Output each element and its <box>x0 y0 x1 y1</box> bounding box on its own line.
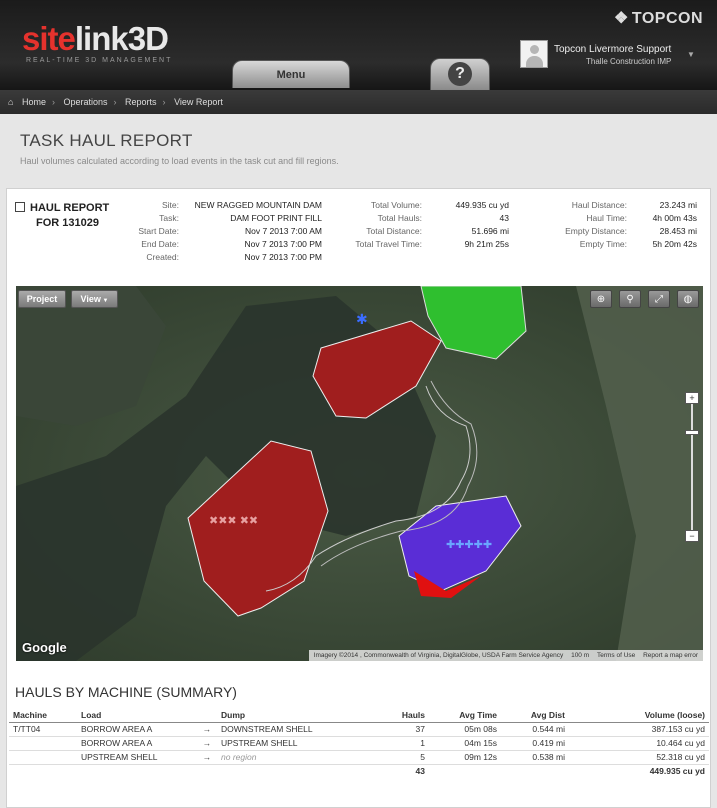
table-row: T/TT04 BORROW AREA A → DOWNSTREAM SHELL … <box>9 722 709 737</box>
col-load: Load <box>77 709 197 723</box>
total-volume: 449.935 cu yd <box>649 766 705 777</box>
zoom-slider[interactable]: + − <box>685 392 699 542</box>
zoom-handle[interactable] <box>685 430 699 435</box>
user-menu[interactable]: Topcon Livermore Support Thalle Construc… <box>520 40 710 72</box>
zoom-in-button[interactable]: + <box>685 392 699 404</box>
breadcrumb: ⌂ Home › Operations › Reports › View Report <box>0 90 717 114</box>
col-avg-time: Avg Time <box>429 709 501 723</box>
topcon-mark-icon: ❖ <box>614 10 629 27</box>
user-name: Topcon Livermore Support <box>554 44 672 55</box>
avatar <box>520 40 548 68</box>
page-subtitle: Haul volumes calculated according to loa… <box>20 156 339 166</box>
globe-icon[interactable]: ◍ <box>677 290 699 308</box>
breadcrumb-view-report: View Report <box>174 97 223 107</box>
breadcrumb-operations[interactable]: Operations <box>63 97 107 107</box>
breadcrumb-home[interactable]: Home <box>22 97 46 107</box>
home-icon: ⌂ <box>8 97 14 107</box>
total-hauls: 43 <box>415 766 425 777</box>
table-row: UPSTREAM SHELL → no region 5 09m 12s 0.5… <box>9 750 709 765</box>
fullscreen-icon[interactable]: ⤢ <box>648 290 670 308</box>
project-button[interactable]: Project <box>18 290 66 308</box>
chevron-down-icon[interactable]: ▼ <box>687 50 695 59</box>
col-machine: Machine <box>9 709 77 723</box>
arrow-right-icon: → <box>197 750 217 765</box>
page-title: TASK HAUL REPORT <box>20 131 193 150</box>
arrow-right-icon: → <box>197 736 217 751</box>
report-error-link[interactable]: Report a map error <box>643 652 698 659</box>
col-arrow <box>197 709 217 723</box>
zoom-track <box>691 404 693 534</box>
sitelink3d-logo[interactable]: sitelink3D <box>22 20 169 58</box>
table-row: BORROW AREA A → UPSTREAM SHELL 1 04m 15s… <box>9 736 709 751</box>
user-company: Thalle Construction IMP <box>586 57 672 66</box>
map-attribution: Imagery ©2014 , Commonwealth of Virginia… <box>308 650 703 661</box>
view-dropdown[interactable]: View ▼ <box>71 290 118 308</box>
hauls-section-title: HAULS BY MACHINE (SUMMARY) <box>15 684 237 700</box>
menu-button[interactable]: Menu <box>232 60 350 88</box>
logo-tagline: REAL-TIME 3D MANAGEMENT <box>26 57 173 64</box>
arrow-right-icon: → <box>197 722 217 737</box>
zoom-extents-icon[interactable]: ⊕ <box>590 290 612 308</box>
report-title: HAUL REPORT FOR 131029 <box>30 202 110 229</box>
table-header: Machine Load Dump Hauls Avg Time Avg Dis… <box>9 709 709 723</box>
report-panel: HAUL REPORT FOR 131029 Site: NEW RAGGED MO… <box>6 188 711 808</box>
google-logo: Google <box>22 640 67 655</box>
col-volume: Volume (loose) <box>569 709 709 723</box>
col-hauls: Hauls <box>387 709 429 723</box>
scale-label: 100 m <box>571 652 590 659</box>
app-header: sitelink3D REAL-TIME 3D MANAGEMENT ❖ TOPC… <box>0 0 717 90</box>
chevron-down-icon: ▼ <box>100 298 109 304</box>
table-total-row: 43 449.935 cu yd <box>9 764 709 778</box>
breadcrumb-reports[interactable]: Reports <box>125 97 157 107</box>
dump-markers-west: ✖✖✖ ✖✖ <box>209 515 258 527</box>
satellite-imagery: ✱ ✖✖✖ ✖✖ ✚✚✚✚✚ <box>16 286 703 661</box>
haul-map[interactable]: ✱ ✖✖✖ ✖✖ ✚✚✚✚✚ Project View ▼ ⊕ ⚲ ⤢ ◍ + … <box>16 286 703 661</box>
zoom-out-button[interactable]: − <box>685 530 699 542</box>
report-icon <box>15 202 25 212</box>
hauls-table: Machine Load Dump Hauls Avg Time Avg Dis… <box>9 709 709 778</box>
col-avg-dist: Avg Dist <box>501 709 569 723</box>
dump-markers-fill: ✚✚✚✚✚ <box>446 539 492 551</box>
terms-link[interactable]: Terms of Use <box>597 652 635 659</box>
col-dump: Dump <box>217 709 387 723</box>
help-button[interactable]: ? <box>430 58 490 90</box>
help-icon: ? <box>448 62 472 86</box>
topcon-logo: ❖ TOPCON <box>614 10 703 27</box>
load-marker: ✱ <box>356 311 368 327</box>
search-icon[interactable]: ⚲ <box>619 290 641 308</box>
